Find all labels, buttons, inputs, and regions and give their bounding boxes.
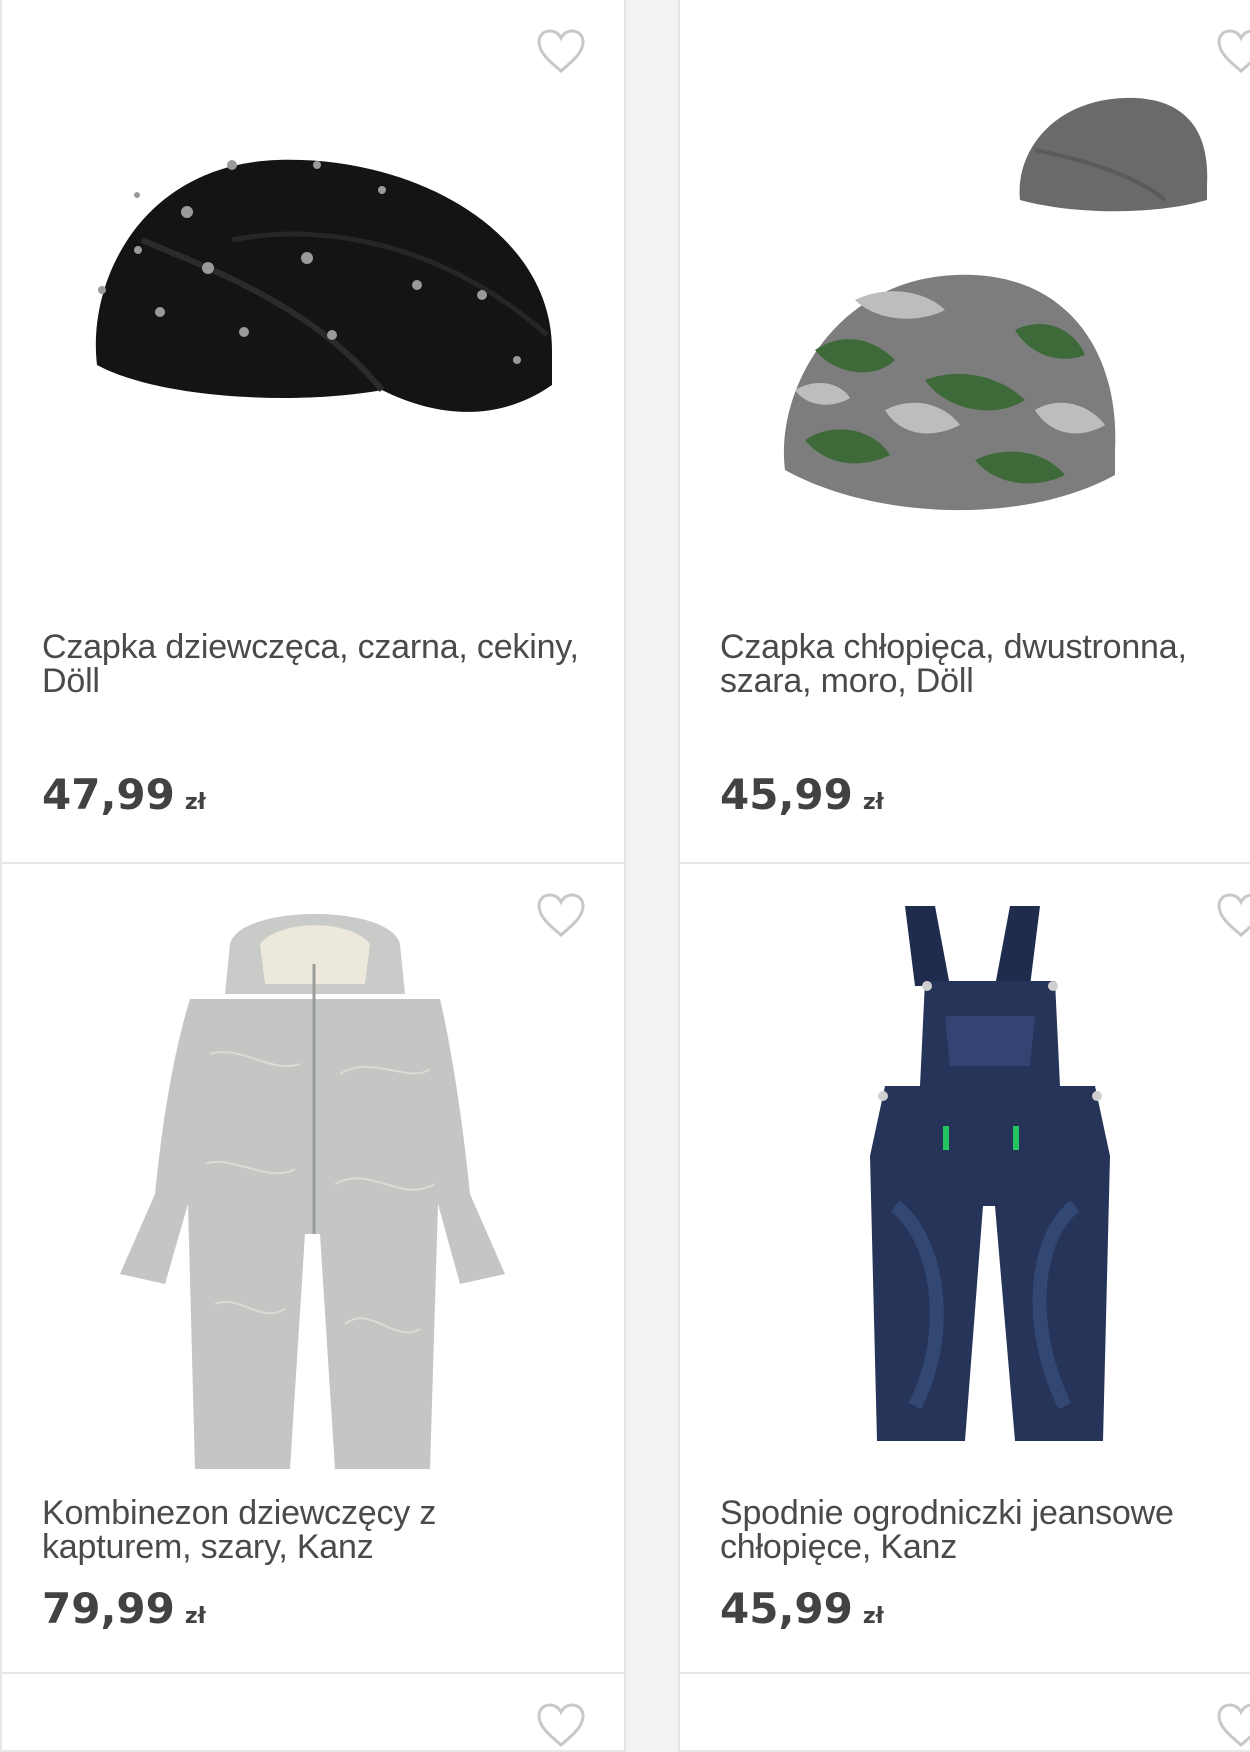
product-price: 45,99 zł [720, 1584, 884, 1633]
product-image-camo-beanie[interactable] [775, 270, 1125, 520]
currency-label: zł [862, 790, 884, 815]
product-title[interactable]: Spodnie ogrodniczki jeansowe chłopięce, … [720, 1496, 1246, 1564]
price-value: 79,99 [42, 1584, 175, 1633]
favorite-heart-icon[interactable] [536, 28, 586, 74]
product-image-black-beanie[interactable] [82, 120, 562, 450]
product-price: 79,99 zł [42, 1584, 206, 1633]
product-card[interactable]: Czapka chłopięca, dwustronna, szara, mor… [678, 0, 1250, 864]
favorite-heart-icon[interactable] [1216, 28, 1250, 74]
product-card[interactable] [0, 1672, 626, 1752]
product-price: 47,99 zł [42, 770, 206, 819]
product-card[interactable] [678, 1672, 1250, 1752]
product-title[interactable]: Kombinezon dziewczęcy z kapturem, szary,… [42, 1496, 594, 1564]
price-value: 45,99 [720, 1584, 853, 1633]
currency-label: zł [184, 790, 206, 815]
favorite-heart-icon[interactable] [536, 1702, 586, 1748]
product-title[interactable]: Czapka chłopięca, dwustronna, szara, mor… [720, 630, 1246, 698]
product-image-grey-beanie[interactable] [1015, 90, 1215, 220]
product-image-grey-snowsuit[interactable] [120, 904, 505, 1479]
currency-label: zł [184, 1604, 206, 1629]
favorite-heart-icon[interactable] [536, 892, 586, 938]
product-image-denim-overalls[interactable] [855, 906, 1125, 1441]
currency-label: zł [862, 1604, 884, 1629]
price-value: 47,99 [42, 770, 175, 819]
favorite-heart-icon[interactable] [1216, 892, 1250, 938]
product-card[interactable]: Spodnie ogrodniczki jeansowe chłopięce, … [678, 862, 1250, 1674]
product-title[interactable]: Czapka dziewczęca, czarna, cekiny, Döll [42, 630, 594, 698]
product-card[interactable]: Czapka dziewczęca, czarna, cekiny, Döll … [0, 0, 626, 864]
price-value: 45,99 [720, 770, 853, 819]
product-price: 45,99 zł [720, 770, 884, 819]
product-card[interactable]: Kombinezon dziewczęcy z kapturem, szary,… [0, 862, 626, 1674]
favorite-heart-icon[interactable] [1216, 1702, 1250, 1748]
